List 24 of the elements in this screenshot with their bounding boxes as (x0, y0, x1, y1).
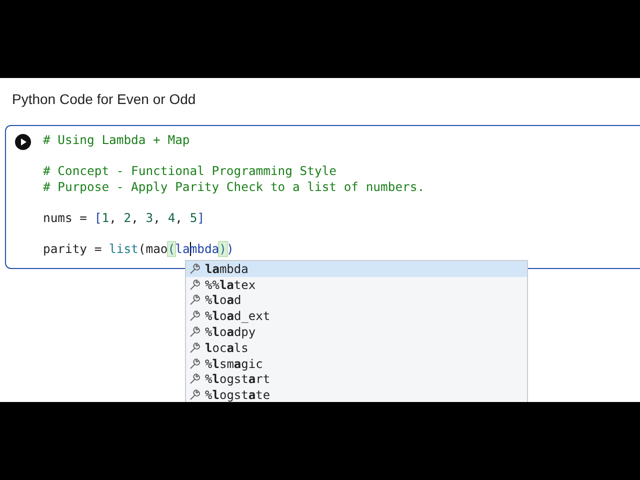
completion-item[interactable]: %load (186, 292, 527, 308)
notebook-heading: Python Code for Even or Odd (11, 90, 197, 109)
wrench-icon (189, 294, 201, 306)
wrench-icon (189, 310, 201, 322)
completion-item[interactable]: %logstate (186, 387, 527, 402)
wrench-icon (189, 326, 201, 338)
code-line: nums = [1, 2, 3, 4, 5] (43, 210, 205, 227)
wrench-icon (189, 262, 201, 275)
wrench-icon (189, 358, 201, 370)
completion-item[interactable]: lambda (186, 261, 527, 277)
completion-item[interactable]: %lsmagic (186, 356, 527, 372)
completion-item[interactable]: %load_ext (186, 308, 527, 324)
run-icon[interactable] (15, 134, 31, 150)
code-comment: # Purpose - Apply Parity Check to a list of numbers. (43, 180, 425, 196)
completion-item[interactable]: %logstart (186, 372, 527, 388)
code-comment: # Using Lambda + Map (43, 133, 190, 149)
completion-item[interactable]: locals (186, 340, 527, 356)
wrench-icon (189, 342, 201, 354)
wrench-icon (189, 373, 201, 386)
completion-item[interactable]: %loadpy (186, 324, 527, 340)
code-comment: # Concept - Functional Programming Style (43, 164, 336, 180)
wrench-icon (189, 389, 201, 402)
completion-item[interactable]: %%latex (186, 276, 527, 293)
wrench-icon (189, 278, 201, 291)
